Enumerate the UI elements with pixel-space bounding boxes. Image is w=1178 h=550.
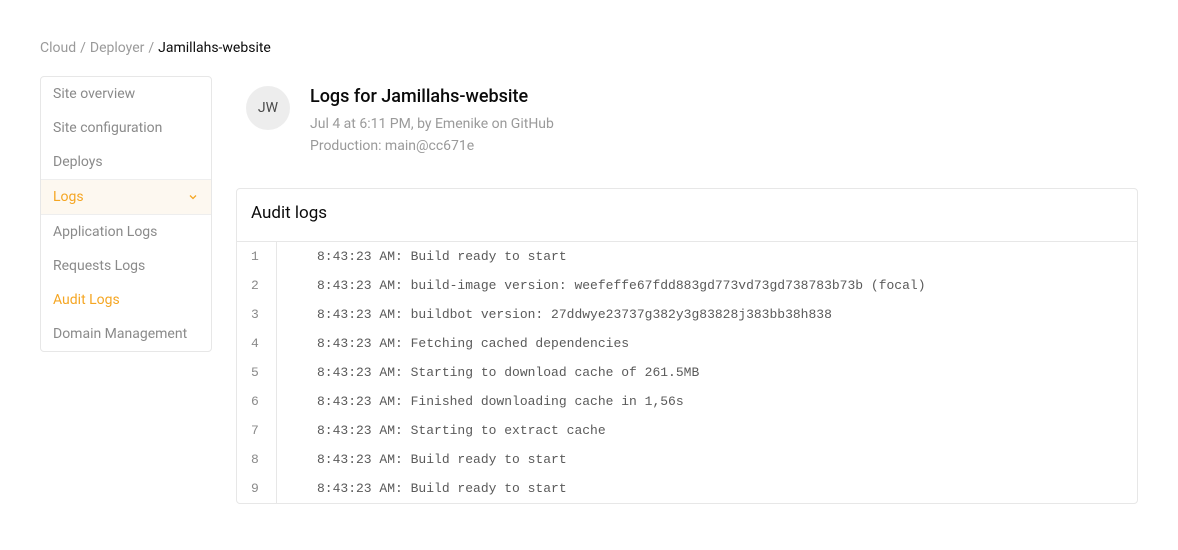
sidebar-item-label: Domain Management bbox=[53, 326, 187, 342]
breadcrumb-item[interactable]: Cloud bbox=[40, 40, 76, 56]
log-message: 8:43:23 AM: build-image version: weefeff… bbox=[277, 271, 938, 300]
chevron-down-icon bbox=[187, 191, 199, 203]
log-line-number: 7 bbox=[237, 416, 277, 445]
breadcrumb-current: Jamillahs-website bbox=[158, 40, 271, 56]
log-message: 8:43:23 AM: Build ready to start bbox=[277, 445, 579, 474]
log-line-number: 8 bbox=[237, 445, 277, 474]
sidebar-item-label: Site configuration bbox=[53, 120, 162, 136]
log-row: 48:43:23 AM: Fetching cached dependencie… bbox=[237, 329, 1137, 358]
log-message: 8:43:23 AM: Starting to download cache o… bbox=[277, 358, 711, 387]
sidebar-item-label: Logs bbox=[53, 189, 84, 205]
deploy-meta: Jul 4 at 6:11 PM, by Emenike on GitHub bbox=[310, 113, 554, 135]
sidebar-item-logs[interactable]: Logs bbox=[41, 179, 211, 215]
log-row: 88:43:23 AM: Build ready to start bbox=[237, 445, 1137, 474]
sidebar: Site overview Site configuration Deploys… bbox=[40, 76, 212, 352]
log-row: 28:43:23 AM: build-image version: weefef… bbox=[237, 271, 1137, 300]
log-line-number: 4 bbox=[237, 329, 277, 358]
page-header: JW Logs for Jamillahs-website Jul 4 at 6… bbox=[236, 76, 1138, 188]
log-row: 98:43:23 AM: Build ready to start bbox=[237, 474, 1137, 503]
log-row: 58:43:23 AM: Starting to download cache … bbox=[237, 358, 1137, 387]
avatar: JW bbox=[246, 86, 290, 130]
log-message: 8:43:23 AM: Finished downloading cache i… bbox=[277, 387, 696, 416]
breadcrumb: Cloud/Deployer/Jamillahs-website bbox=[40, 40, 1138, 56]
sidebar-item-label: Requests Logs bbox=[53, 258, 145, 274]
breadcrumb-sep: / bbox=[80, 40, 86, 56]
log-row: 68:43:23 AM: Finished downloading cache … bbox=[237, 387, 1137, 416]
sidebar-item-label: Deploys bbox=[53, 154, 103, 170]
breadcrumb-sep: / bbox=[148, 40, 154, 56]
page-title: Logs for Jamillahs-website bbox=[310, 86, 554, 107]
breadcrumb-item[interactable]: Deployer bbox=[90, 40, 144, 56]
sidebar-item-domain-management[interactable]: Domain Management bbox=[41, 317, 211, 351]
log-line-number: 1 bbox=[237, 242, 277, 271]
log-message: 8:43:23 AM: buildbot version: 27ddwye237… bbox=[277, 300, 844, 329]
log-line-number: 6 bbox=[237, 387, 277, 416]
log-line-number: 3 bbox=[237, 300, 277, 329]
sidebar-item-application-logs[interactable]: Application Logs bbox=[41, 215, 211, 249]
log-line-number: 2 bbox=[237, 271, 277, 300]
log-line-number: 9 bbox=[237, 474, 277, 503]
log-message: 8:43:23 AM: Build ready to start bbox=[277, 474, 579, 503]
sidebar-item-site-configuration[interactable]: Site configuration bbox=[41, 111, 211, 145]
log-line-number: 5 bbox=[237, 358, 277, 387]
deploy-branch: Production: main@cc671e bbox=[310, 135, 554, 157]
sidebar-item-label: Site overview bbox=[53, 86, 135, 102]
log-message: 8:43:23 AM: Fetching cached dependencies bbox=[277, 329, 641, 358]
sidebar-item-site-overview[interactable]: Site overview bbox=[41, 77, 211, 111]
log-row: 18:43:23 AM: Build ready to start bbox=[237, 242, 1137, 271]
log-row: 78:43:23 AM: Starting to extract cache bbox=[237, 416, 1137, 445]
log-message: 8:43:23 AM: Build ready to start bbox=[277, 242, 579, 271]
sidebar-item-label: Audit Logs bbox=[53, 292, 120, 308]
log-table: 18:43:23 AM: Build ready to start 28:43:… bbox=[237, 241, 1137, 503]
sidebar-item-requests-logs[interactable]: Requests Logs bbox=[41, 249, 211, 283]
sidebar-item-audit-logs[interactable]: Audit Logs bbox=[41, 283, 211, 317]
logs-section-title: Audit logs bbox=[237, 189, 1137, 241]
logs-panel: Audit logs 18:43:23 AM: Build ready to s… bbox=[236, 188, 1138, 504]
log-row: 38:43:23 AM: buildbot version: 27ddwye23… bbox=[237, 300, 1137, 329]
sidebar-item-deploys[interactable]: Deploys bbox=[41, 145, 211, 179]
sidebar-item-label: Application Logs bbox=[53, 224, 157, 240]
log-message: 8:43:23 AM: Starting to extract cache bbox=[277, 416, 618, 445]
